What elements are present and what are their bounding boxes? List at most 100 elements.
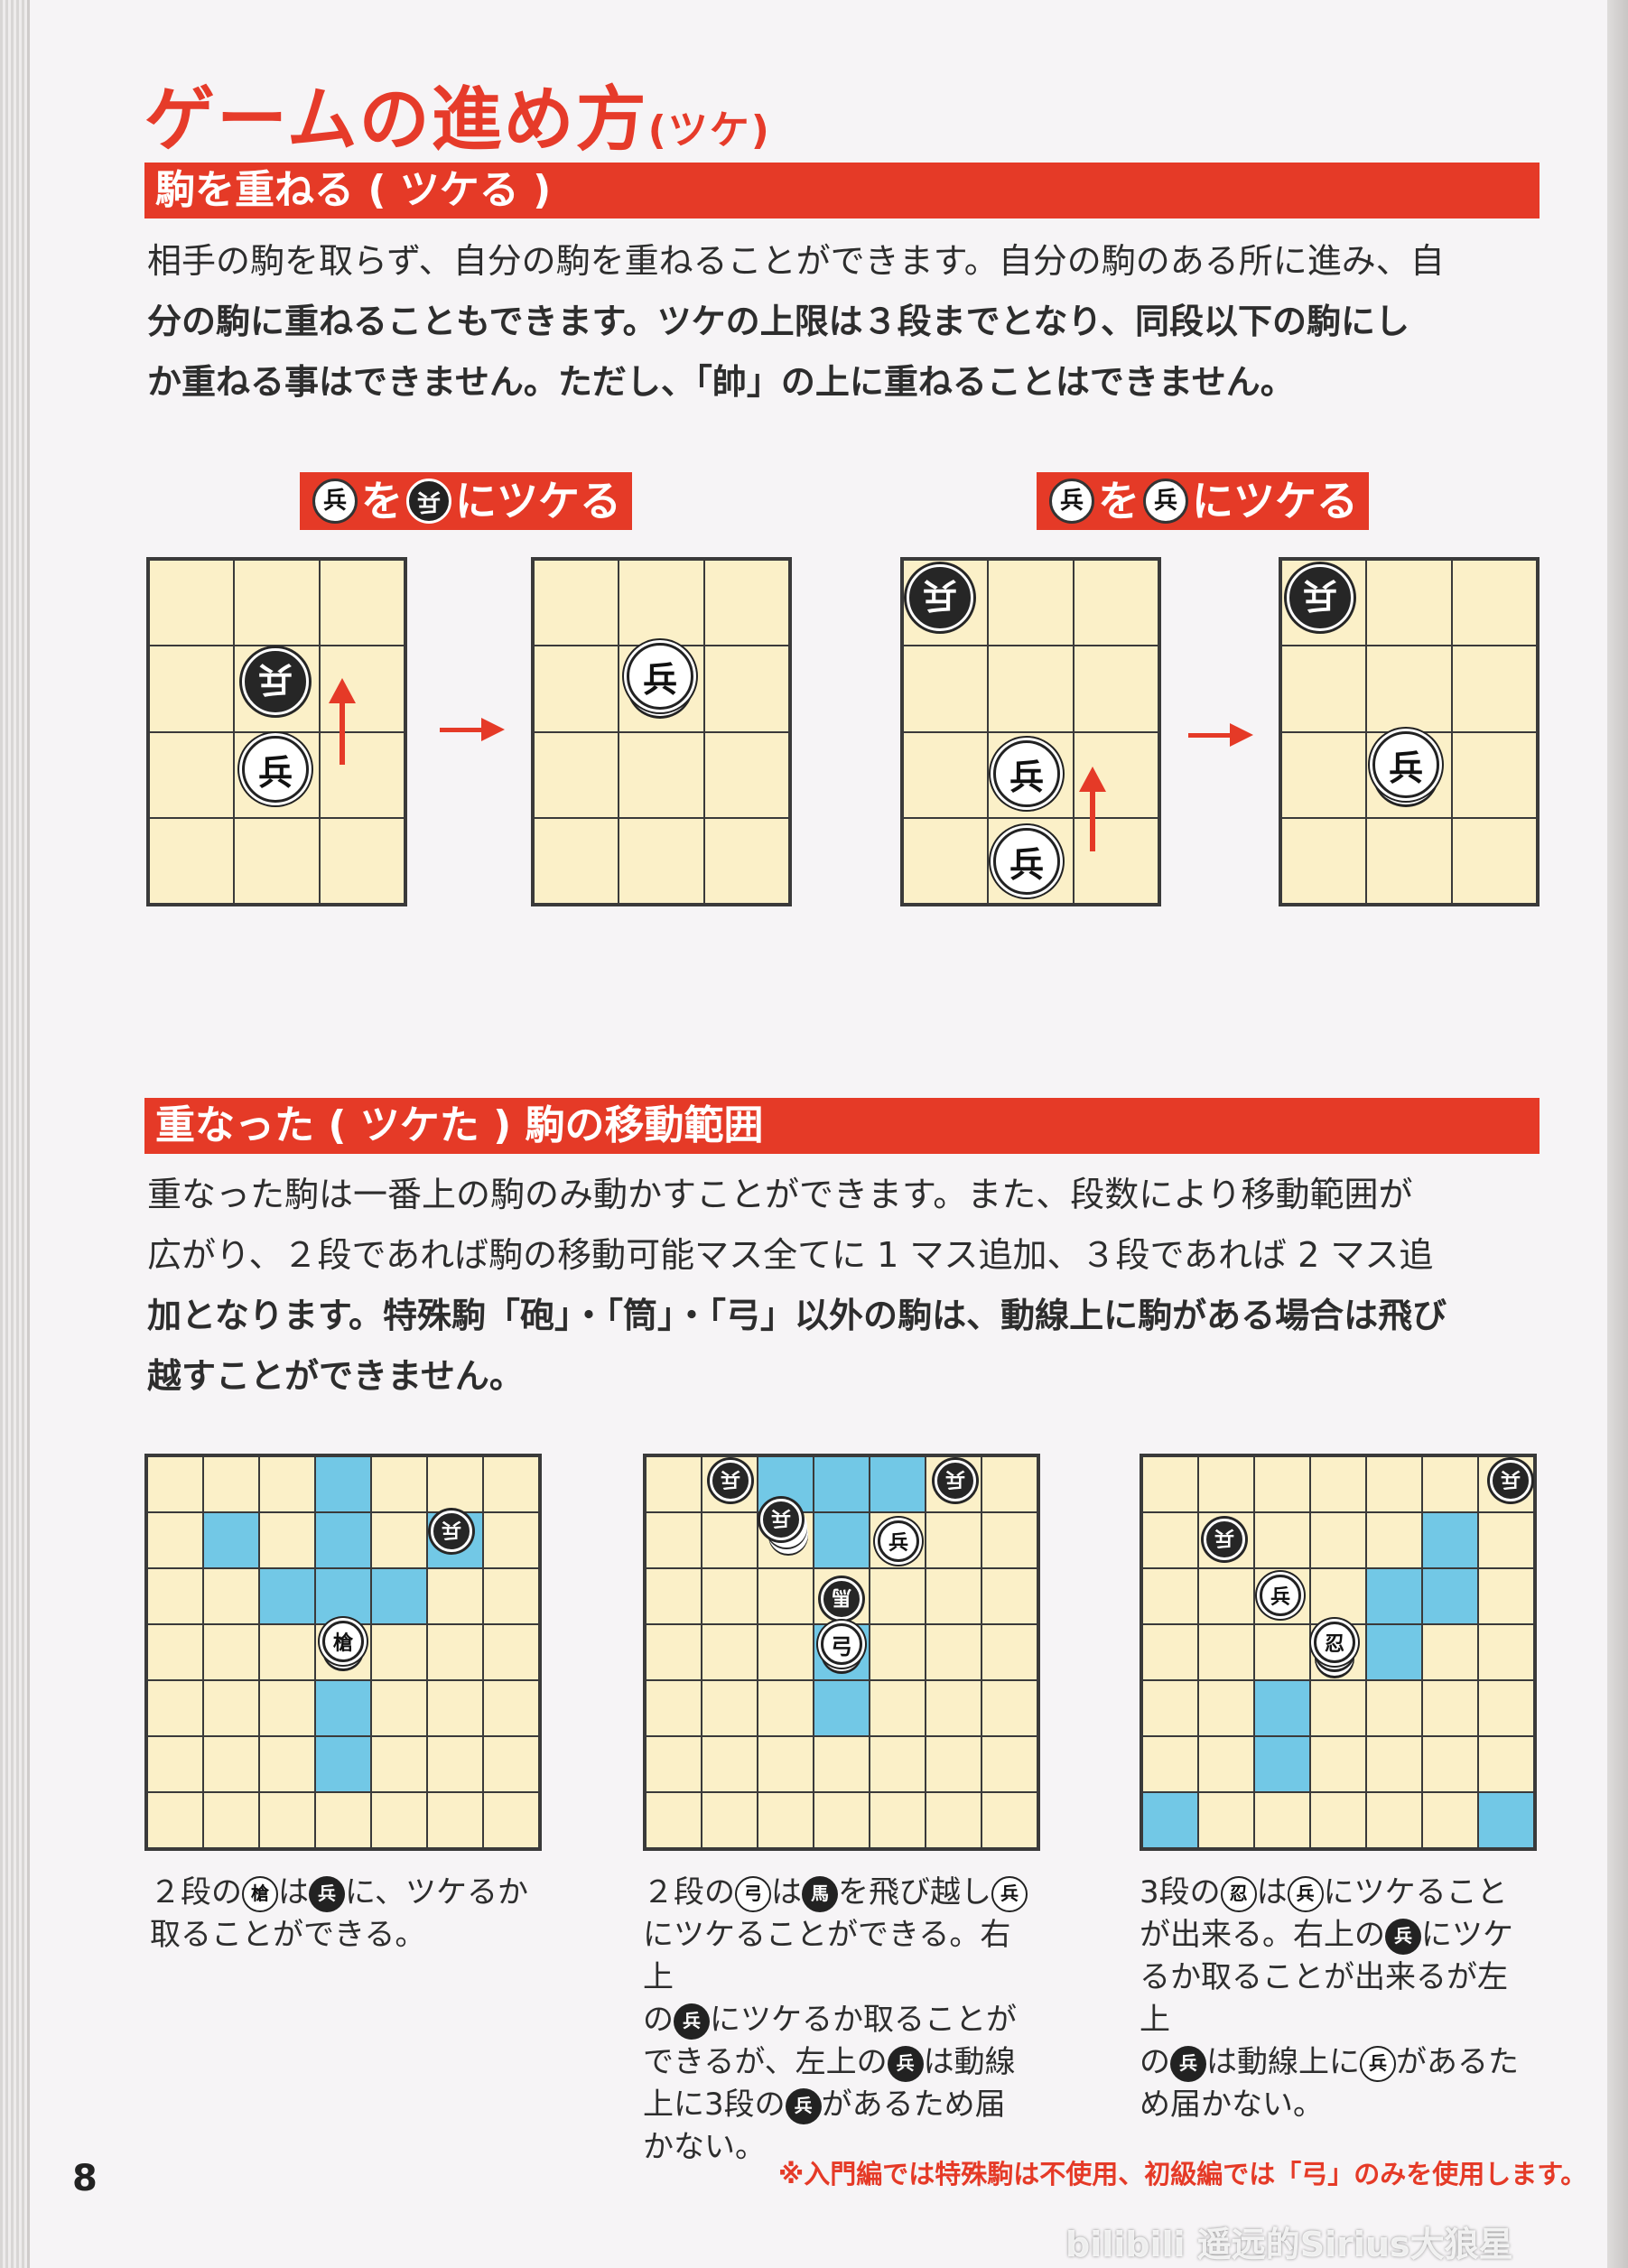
board-cell	[1366, 1680, 1422, 1736]
board-cell	[926, 1512, 981, 1568]
board-cell	[619, 731, 704, 818]
board-cell-highlighted	[1254, 1736, 1310, 1792]
board-cell-highlighted	[315, 1456, 371, 1512]
board-cell	[988, 560, 1074, 646]
section-heading-stacking: 駒を重ねる ( ツケる )	[144, 163, 1540, 218]
section2-line-4: 越すことができません。	[147, 1356, 524, 1396]
icon-black-uma: 馬	[802, 1875, 838, 1912]
board-cell	[619, 560, 704, 646]
board-cell	[371, 1624, 427, 1680]
board-cell	[1142, 1736, 1198, 1792]
piece-black-hei: 兵	[242, 648, 309, 715]
note-text: の	[1140, 2044, 1170, 2080]
board-cell-highlighted	[259, 1568, 315, 1624]
chip-white-hei: 兵	[1143, 479, 1188, 524]
board-cell	[427, 1680, 483, 1736]
board-cell	[646, 1512, 702, 1568]
board-cell	[259, 1456, 315, 1512]
note-text: 上に3段の	[643, 2087, 786, 2123]
page-title: ゲームの進め方(ツケ)	[144, 63, 771, 164]
icon-white-hei: 兵	[1287, 1875, 1324, 1912]
section1-line-2: 分の駒に重ねることもできます。ツケの上限は３段までとなり、同段以下の駒にし	[147, 302, 1410, 341]
board-cell	[981, 1736, 1037, 1792]
board-cell	[758, 1736, 814, 1792]
board-cell	[870, 1736, 926, 1792]
board-cell	[758, 1680, 814, 1736]
arrow-right-icon	[440, 718, 505, 741]
piece-label: 兵	[770, 1506, 791, 1529]
board-cell	[1073, 560, 1158, 646]
board-cell	[259, 1736, 315, 1792]
board-cell	[646, 1456, 702, 1512]
note-text: があるため届	[821, 2087, 1006, 2123]
board-cell	[427, 1624, 483, 1680]
board-cell	[534, 560, 619, 646]
board-cell	[646, 1568, 702, 1624]
board-example-1-before	[146, 557, 407, 906]
icon-black-hei: 兵	[1170, 2045, 1206, 2082]
piece-label: 兵	[257, 658, 293, 699]
board-cell	[149, 646, 235, 732]
icon-white-hei: 兵	[1360, 2045, 1396, 2082]
board-cell	[1451, 646, 1537, 732]
board-cell	[1366, 1792, 1422, 1848]
board-cell	[1142, 1512, 1198, 1568]
note-text: かない。	[643, 2129, 766, 2165]
board-cell	[147, 1512, 203, 1568]
chip-black-hei-text: 兵	[416, 488, 441, 515]
piece-white-yumi-stacked: 弓	[821, 1623, 862, 1665]
piece-black-hei: 兵	[1287, 564, 1354, 631]
board-cell	[758, 1792, 814, 1848]
piece-white-shinobi-stacked-3: 忍	[1314, 1622, 1355, 1663]
piece-label: 兵	[1500, 1467, 1521, 1490]
icon-yari: 槍	[242, 1875, 278, 1912]
board-cell	[1451, 560, 1537, 646]
board-cell	[1142, 1680, 1198, 1736]
board-cell	[926, 1680, 981, 1736]
piece-label: 兵	[720, 1467, 740, 1490]
board-cell	[870, 1680, 926, 1736]
board-cell	[483, 1736, 539, 1792]
board-cell	[147, 1568, 203, 1624]
board-cell	[870, 1624, 926, 1680]
piece-white-hei: 兵	[993, 828, 1060, 895]
board-cell-highlighted	[814, 1456, 870, 1512]
piece-white-hei: 兵	[242, 736, 309, 803]
board-cell	[1198, 1680, 1254, 1736]
chip-white-hei: 兵	[1049, 479, 1094, 524]
board-cell	[483, 1624, 539, 1680]
board-cell	[203, 1456, 259, 1512]
board-cell	[1310, 1736, 1366, 1792]
board-cell	[147, 1736, 203, 1792]
board-cell	[203, 1736, 259, 1792]
icon-yumi: 弓	[735, 1875, 771, 1912]
board-cell-highlighted	[315, 1512, 371, 1568]
board-cell-highlighted	[315, 1680, 371, 1736]
arrow-up-icon	[1079, 767, 1106, 851]
board-cell	[149, 560, 235, 646]
board-cell	[702, 1624, 758, 1680]
watermark: bilibili 遥远的Sirius大狼星	[1065, 2225, 1513, 2264]
note-text: にツケること	[1323, 1874, 1508, 1910]
board-cell	[703, 646, 789, 732]
board-cell	[147, 1624, 203, 1680]
note-text: できるが、左上の	[643, 2044, 888, 2080]
piece-black-hei: 兵	[1204, 1519, 1245, 1560]
note-yari: ２段の槍は兵に、ツケるか 取ることができる。	[150, 1872, 547, 1957]
piece-white-hei: 兵	[878, 1520, 919, 1562]
board-cell	[147, 1792, 203, 1848]
board-cell	[1366, 1736, 1422, 1792]
board-cell	[319, 731, 405, 818]
board-cell	[903, 817, 989, 904]
caption-right-tail: にツケる	[1192, 477, 1358, 525]
board-cell	[427, 1456, 483, 1512]
board-cell	[1366, 1456, 1422, 1512]
board-cell	[259, 1680, 315, 1736]
piece-label: 兵	[922, 574, 957, 615]
board-cell	[203, 1624, 259, 1680]
note-text: を飛び越し	[838, 1874, 991, 1910]
board-cell	[371, 1792, 427, 1848]
board-cell	[1422, 1624, 1478, 1680]
piece-white-yari-stacked: 槍	[322, 1621, 364, 1662]
board-cell	[1281, 731, 1367, 818]
